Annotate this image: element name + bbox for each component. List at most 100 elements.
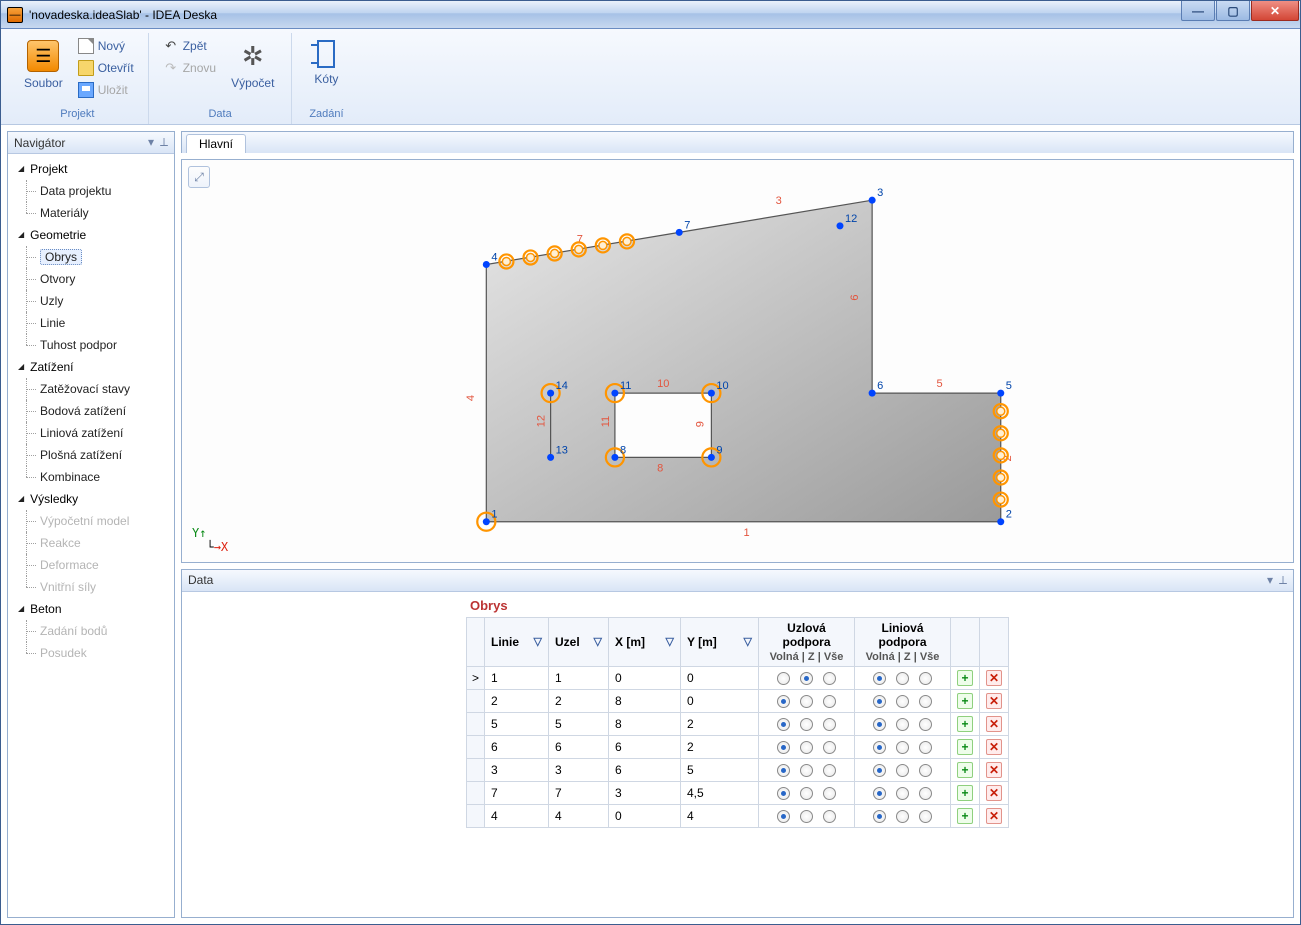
panel-pin-icon[interactable]: ⟂ (1279, 573, 1287, 588)
nav-item-linie[interactable]: Linie (12, 312, 170, 334)
radio-ns-1[interactable] (800, 764, 813, 777)
radio-ls-0[interactable] (873, 764, 886, 777)
add-row-button[interactable]: + (957, 670, 973, 686)
add-row-button[interactable]: + (957, 693, 973, 709)
nav-item-plošná-zatížení[interactable]: Plošná zatížení (12, 444, 170, 466)
radio-ns-2[interactable] (823, 741, 836, 754)
radio-ns-0[interactable] (777, 764, 790, 777)
close-button[interactable]: ✕ (1251, 1, 1299, 21)
radio-ls-0[interactable] (873, 695, 886, 708)
node-12[interactable] (836, 222, 843, 229)
file-menu-button[interactable]: Soubor (17, 35, 70, 95)
radio-ls-1[interactable] (896, 695, 909, 708)
dimensions-button[interactable]: Kóty (302, 35, 350, 91)
radio-ns-0[interactable] (777, 672, 790, 685)
table-row[interactable]: 4404+✕ (467, 804, 1009, 827)
node-3[interactable] (869, 197, 876, 204)
table-row[interactable]: 7734,5+✕ (467, 781, 1009, 804)
save-button[interactable]: Uložit (74, 79, 138, 101)
node-9[interactable] (708, 454, 715, 461)
nav-item-liniová-zatížení[interactable]: Liniová zatížení (12, 422, 170, 444)
nav-item-kombinace[interactable]: Kombinace (12, 466, 170, 488)
undo-button[interactable]: Zpět (159, 35, 220, 57)
radio-ns-2[interactable] (823, 695, 836, 708)
radio-ls-2[interactable] (919, 741, 932, 754)
radio-ls-1[interactable] (896, 741, 909, 754)
panel-dropdown-icon[interactable]: ▾ (148, 135, 154, 150)
nav-section-beton[interactable]: Beton (12, 598, 170, 620)
add-row-button[interactable]: + (957, 785, 973, 801)
radio-ls-2[interactable] (919, 810, 932, 823)
radio-ns-2[interactable] (823, 764, 836, 777)
nav-item-otvory[interactable]: Otvory (12, 268, 170, 290)
node-11[interactable] (611, 390, 618, 397)
panel-pin-icon[interactable]: ⟂ (160, 135, 168, 150)
nav-item-obrys[interactable]: Obrys (12, 246, 170, 268)
radio-ns-1[interactable] (800, 741, 813, 754)
add-row-button[interactable]: + (957, 716, 973, 732)
radio-ls-2[interactable] (919, 764, 932, 777)
nav-item-bodová-zatížení[interactable]: Bodová zatížení (12, 400, 170, 422)
table-row[interactable]: 3365+✕ (467, 758, 1009, 781)
delete-row-button[interactable]: ✕ (986, 716, 1002, 732)
radio-ns-1[interactable] (800, 718, 813, 731)
maximize-button[interactable]: ▢ (1216, 1, 1250, 21)
radio-ls-0[interactable] (873, 672, 886, 685)
node-6[interactable] (869, 390, 876, 397)
node-7[interactable] (676, 229, 683, 236)
radio-ls-1[interactable] (896, 764, 909, 777)
radio-ns-2[interactable] (823, 787, 836, 800)
filter-icon[interactable]: ▽ (534, 635, 542, 648)
nav-item-uzly[interactable]: Uzly (12, 290, 170, 312)
nav-section-projekt[interactable]: Projekt (12, 158, 170, 180)
nav-section-geometrie[interactable]: Geometrie (12, 224, 170, 246)
delete-row-button[interactable]: ✕ (986, 762, 1002, 778)
radio-ls-2[interactable] (919, 718, 932, 731)
nav-item-materiály[interactable]: Materiály (12, 202, 170, 224)
radio-ls-0[interactable] (873, 718, 886, 731)
radio-ls-1[interactable] (896, 787, 909, 800)
radio-ls-2[interactable] (919, 787, 932, 800)
radio-ls-1[interactable] (896, 810, 909, 823)
compute-button[interactable]: Výpočet (224, 35, 281, 95)
nav-item-tuhost-podpor[interactable]: Tuhost podpor (12, 334, 170, 356)
add-row-button[interactable]: + (957, 739, 973, 755)
node-4[interactable] (483, 261, 490, 268)
radio-ns-1[interactable] (800, 787, 813, 800)
radio-ns-1[interactable] (800, 695, 813, 708)
node-8[interactable] (611, 454, 618, 461)
radio-ls-0[interactable] (873, 741, 886, 754)
radio-ls-2[interactable] (919, 672, 932, 685)
new-button[interactable]: Nový (74, 35, 138, 57)
node-5[interactable] (997, 390, 1004, 397)
filter-icon[interactable]: ▽ (744, 635, 752, 648)
node-2[interactable] (997, 518, 1004, 525)
radio-ls-1[interactable] (896, 718, 909, 731)
open-button[interactable]: Otevřít (74, 57, 138, 79)
table-row[interactable]: 2280+✕ (467, 689, 1009, 712)
nav-item-data-projektu[interactable]: Data projektu (12, 180, 170, 202)
radio-ns-2[interactable] (823, 810, 836, 823)
filter-icon[interactable]: ▽ (594, 635, 602, 648)
table-row[interactable]: >1100+✕ (467, 666, 1009, 689)
delete-row-button[interactable]: ✕ (986, 808, 1002, 824)
fullscreen-icon[interactable]: ⤢ (188, 166, 210, 188)
radio-ns-2[interactable] (823, 672, 836, 685)
redo-button[interactable]: Znovu (159, 57, 220, 79)
obrys-grid[interactable]: Linie▽Uzel▽X [m]▽Y [m]▽Uzlová podporaVol… (466, 617, 1009, 828)
add-row-button[interactable]: + (957, 808, 973, 824)
radio-ls-0[interactable] (873, 810, 886, 823)
radio-ls-1[interactable] (896, 672, 909, 685)
nav-section-zatizeni[interactable]: Zatížení (12, 356, 170, 378)
radio-ns-0[interactable] (777, 695, 790, 708)
radio-ns-0[interactable] (777, 810, 790, 823)
node-10[interactable] (708, 390, 715, 397)
delete-row-button[interactable]: ✕ (986, 670, 1002, 686)
add-row-button[interactable]: + (957, 762, 973, 778)
filter-icon[interactable]: ▽ (666, 635, 674, 648)
nav-item-zatěžovací-stavy[interactable]: Zatěžovací stavy (12, 378, 170, 400)
delete-row-button[interactable]: ✕ (986, 739, 1002, 755)
radio-ls-0[interactable] (873, 787, 886, 800)
node-14[interactable] (547, 390, 554, 397)
viewport[interactable]: ⤢ (182, 160, 1293, 562)
